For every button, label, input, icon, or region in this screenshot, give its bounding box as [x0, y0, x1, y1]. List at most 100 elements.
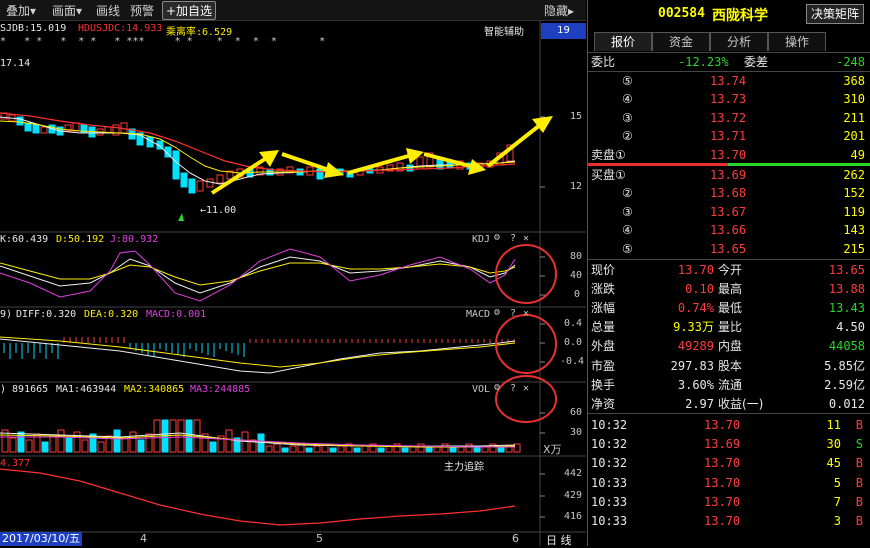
- chart-area[interactable]: SJDB:15.019 HDUSJDC:14.933 乘离率:6.529 智能辅…: [0, 21, 586, 547]
- trade-side: B: [855, 475, 863, 490]
- trade-side: B: [855, 456, 863, 471]
- bid-price: 13.69: [710, 168, 747, 182]
- bid-row[interactable]: 买盘① 13.69 262: [588, 166, 870, 184]
- kdj-gear-icon[interactable]: ⚙: [494, 232, 500, 243]
- trade-price: 13.70: [704, 514, 741, 528]
- ask-row[interactable]: ④ 13.73 310: [588, 90, 870, 108]
- aux-label[interactable]: 智能辅助: [484, 23, 524, 38]
- trade-row[interactable]: 10:32 13.69 30 S: [588, 435, 870, 453]
- trade-time: 10:33: [591, 475, 628, 490]
- vol-ma1-value: MA1:463944: [56, 384, 117, 395]
- tracker-tick-429: 429: [564, 490, 583, 501]
- tracker-value: 4.377: [0, 458, 31, 469]
- draw-menu[interactable]: 画面▾: [52, 2, 82, 19]
- volume-bar: [121, 437, 129, 453]
- quote-value: 9.33万: [673, 320, 714, 335]
- line-tool-button[interactable]: 画线: [96, 2, 120, 19]
- vol-close-icon[interactable]: ✕: [523, 383, 529, 394]
- ask-volume: 310: [843, 92, 865, 107]
- bid-price: 13.67: [710, 204, 747, 219]
- tab-analysis[interactable]: 分析: [710, 32, 768, 51]
- quote-value: 4.50: [836, 320, 865, 335]
- period-box[interactable]: 19: [541, 23, 586, 39]
- quote-value: 13.88: [828, 282, 865, 297]
- quote-row: 涨跌 0.10 最高 13.88: [588, 280, 870, 298]
- tab-operate[interactable]: 操作: [768, 32, 826, 51]
- tab-funds[interactable]: 资金: [652, 32, 710, 51]
- tab-quote[interactable]: 报价: [594, 32, 652, 51]
- volume-bar: [177, 419, 185, 453]
- vol-gear-icon[interactable]: ⚙: [494, 382, 500, 393]
- macd-histogram: [3, 337, 515, 359]
- ask-row[interactable]: ⑤ 13.74 368: [588, 72, 870, 90]
- ask-price: 13.74: [710, 74, 747, 88]
- volume-bar: [425, 447, 433, 453]
- trade-row[interactable]: 10:32 13.70 45 B: [588, 454, 870, 472]
- volume-bar: [129, 431, 137, 453]
- price-min-label: ←11.00: [200, 205, 237, 216]
- overlay-menu[interactable]: 叠加▾: [6, 2, 36, 19]
- bid-row[interactable]: ② 13.68 152: [588, 184, 870, 202]
- volume-bar: [81, 439, 89, 453]
- ask-row[interactable]: ② 13.71 201: [588, 127, 870, 145]
- volume-bar: [41, 441, 49, 453]
- chart-toolbar: 叠加▾ 画面▾ 画线 预警 +加自选 隐藏▸: [0, 0, 586, 21]
- axis-tick-marks: [540, 116, 545, 518]
- bid-row[interactable]: ⑤ 13.65 215: [588, 240, 870, 258]
- macd-diff-line: [0, 338, 516, 374]
- weibi-label: 委比: [591, 55, 616, 69]
- macd-gear-icon[interactable]: ⚙: [494, 307, 500, 318]
- weicha-value: -248: [836, 55, 865, 69]
- quote-row: 涨幅 0.74% 最低 13.43: [588, 299, 870, 317]
- volume-bar: [97, 441, 105, 453]
- vol-ma3-value: MA3:244885: [190, 384, 251, 395]
- chart-canvas[interactable]: [0, 21, 586, 546]
- volume-bar: [313, 445, 321, 453]
- weicha-label: 委差: [744, 55, 769, 69]
- y-tick-12: 12: [570, 181, 583, 192]
- ask-price: 13.72: [710, 110, 747, 125]
- stock-header: 002584 西陇科学 决策矩阵: [588, 0, 870, 30]
- alert-button[interactable]: 预警: [130, 2, 154, 19]
- ask-volume: 201: [843, 129, 865, 144]
- stock-name: 西陇科学: [712, 8, 768, 24]
- quote-value: 3.60%: [677, 377, 714, 392]
- quote-row: 外盘 49289 内盘 44058: [588, 337, 870, 355]
- bid-row[interactable]: ④ 13.66 143: [588, 221, 870, 239]
- candle: [40, 126, 48, 134]
- ask-row[interactable]: 卖盘① 13.70 49: [588, 146, 870, 164]
- quote-label: 最低: [718, 301, 743, 316]
- volume-bar: [169, 419, 177, 453]
- ask-volume: 211: [843, 110, 865, 125]
- trade-row[interactable]: 10:33 13.70 7 B: [588, 493, 870, 511]
- trade-row[interactable]: 10:33 13.70 3 B: [588, 512, 870, 530]
- vol-help-icon[interactable]: ?: [510, 383, 516, 394]
- quote-row: 总量 9.33万 量比 4.50: [588, 318, 870, 336]
- kdj-close-icon[interactable]: ✕: [523, 233, 529, 244]
- trade-row[interactable]: 10:33 13.70 5 B: [588, 474, 870, 492]
- candle: [188, 178, 196, 194]
- volume-bar: [441, 443, 449, 453]
- signal-stars: * * * * * * * *** * * * * * * *: [0, 36, 326, 47]
- trade-row[interactable]: 10:32 13.70 11 B: [588, 416, 870, 434]
- kdj-help-icon[interactable]: ?: [510, 233, 516, 244]
- candlestick-series: [0, 112, 514, 194]
- bid-volume: 215: [843, 241, 865, 256]
- quote-label: 外盘: [591, 339, 616, 354]
- hide-panel-button[interactable]: 隐藏▸: [544, 2, 574, 19]
- add-watchlist-button[interactable]: +加自选: [162, 1, 217, 20]
- ask-price: 13.71: [710, 129, 747, 144]
- ask-level: ⑤: [622, 74, 633, 88]
- macd-close-icon[interactable]: ✕: [523, 308, 529, 319]
- volume-bar: [473, 447, 481, 453]
- trade-time: 10:32: [591, 456, 628, 471]
- volume-bar: [449, 447, 457, 453]
- ask-row[interactable]: ③ 13.72 211: [588, 109, 870, 127]
- macd-help-icon[interactable]: ?: [510, 308, 516, 319]
- ask-level: 卖盘①: [591, 147, 626, 162]
- macd-tick-neg: -0.4: [560, 356, 585, 367]
- bid-row[interactable]: ③ 13.67 119: [588, 203, 870, 221]
- decision-matrix-button[interactable]: 决策矩阵: [806, 4, 865, 24]
- volume-bar: [417, 443, 425, 453]
- macd-dea-value: DEA:0.320: [84, 309, 139, 320]
